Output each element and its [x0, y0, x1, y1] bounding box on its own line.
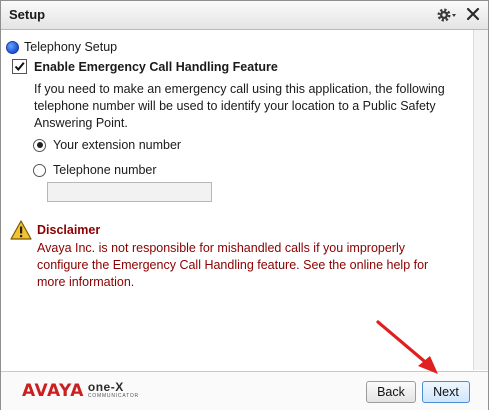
radio-extension-number[interactable]: Your extension number	[33, 138, 181, 152]
disclaimer-title: Disclaimer	[37, 223, 101, 237]
back-button[interactable]: Back	[366, 381, 416, 403]
disclaimer-line: more information.	[37, 275, 135, 289]
next-button[interactable]: Next	[422, 381, 470, 403]
close-button[interactable]	[464, 5, 482, 23]
warning-icon	[10, 220, 32, 240]
window-title: Setup	[9, 7, 46, 22]
radio-label: Telephone number	[53, 163, 157, 177]
gear-icon	[437, 8, 456, 22]
close-icon	[466, 7, 480, 21]
section-title: Telephony Setup	[24, 40, 118, 54]
disclaimer-line: configure the Emergency Call Handling fe…	[37, 258, 429, 272]
telephone-number-input[interactable]	[47, 182, 212, 202]
annotation-arrow-icon	[376, 320, 438, 374]
section-bullet-icon	[6, 40, 19, 54]
description-line: telephone number will be used to identif…	[34, 99, 436, 113]
title-bar: Setup	[1, 1, 488, 30]
gear-menu-button[interactable]	[436, 6, 458, 24]
emergency-description: If you need to make an emergency call us…	[34, 81, 454, 132]
logo-onex-text: one-X	[87, 380, 124, 394]
checkmark-icon	[14, 62, 25, 72]
logo-avaya-text: AVAYA	[22, 381, 84, 401]
vertical-scrollbar[interactable]	[473, 30, 488, 370]
avaya-onex-logo: AVAYA one-X COMMUNICATOR	[22, 381, 139, 401]
logo-onex: one-X COMMUNICATOR	[87, 380, 139, 399]
emergency-toggle[interactable]: Enable Emergency Call Handling Feature	[12, 59, 278, 74]
radio-button[interactable]	[33, 163, 46, 177]
section-header: Telephony Setup	[6, 39, 117, 55]
disclaimer-line: Avaya Inc. is not responsible for mishan…	[37, 241, 405, 255]
description-line: If you need to make an emergency call us…	[34, 82, 445, 96]
radio-button-selected[interactable]	[33, 138, 46, 152]
radio-telephone-number[interactable]: Telephone number	[33, 163, 157, 177]
disclaimer-text: Avaya Inc. is not responsible for mishan…	[37, 240, 447, 291]
radio-label: Your extension number	[53, 138, 182, 152]
emergency-checkbox-label: Enable Emergency Call Handling Feature	[34, 59, 278, 74]
description-line: Answering Point.	[34, 116, 128, 130]
chevron-down-icon	[452, 14, 456, 17]
logo-communicator-text: COMMUNICATOR	[87, 393, 139, 399]
emergency-checkbox[interactable]	[12, 59, 27, 74]
